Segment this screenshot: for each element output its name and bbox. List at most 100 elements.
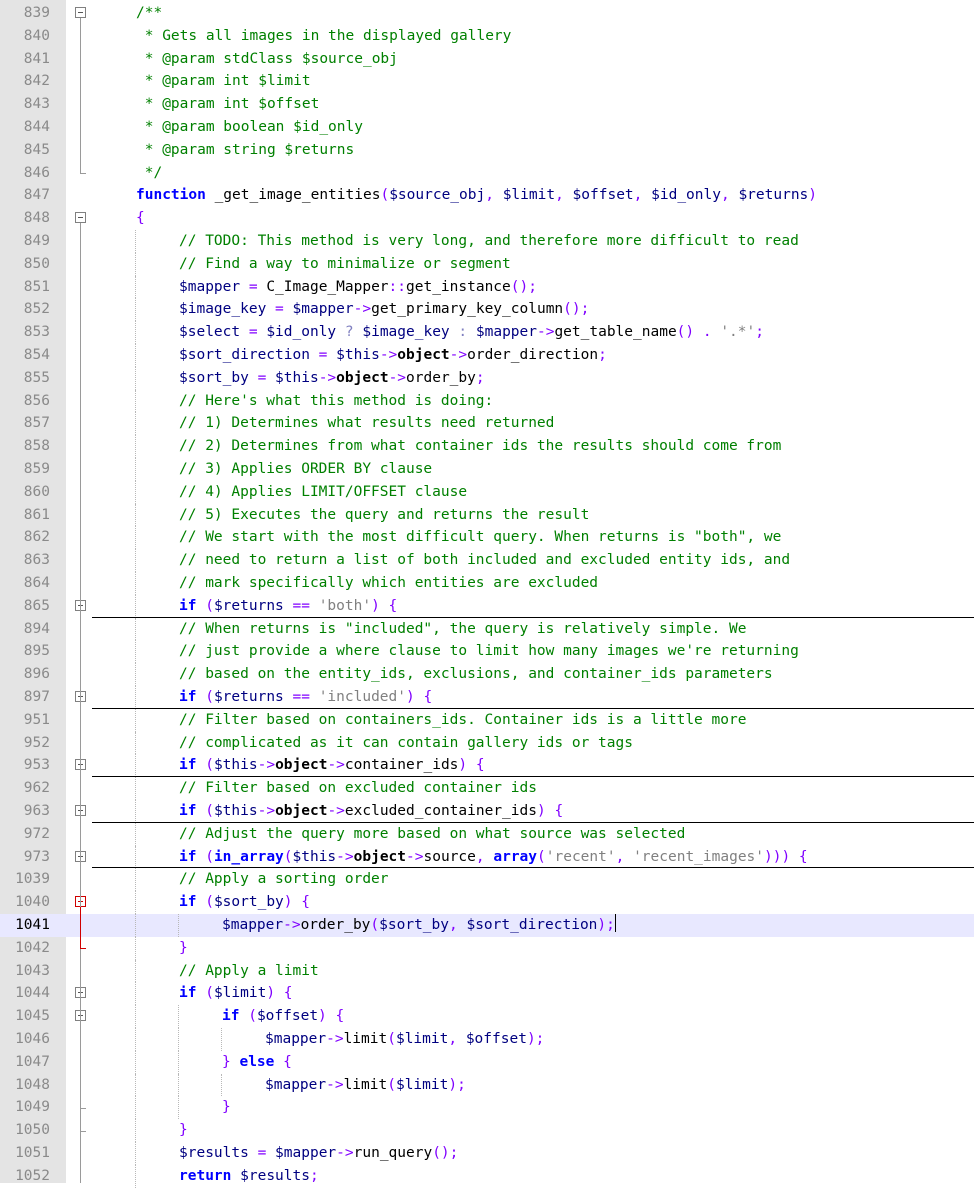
- code-line[interactable]: 853 $select = $id_only ? $image_key : $ma…: [0, 321, 974, 344]
- code-line[interactable]: 896 // based on the entity_ids, exclusion…: [0, 663, 974, 686]
- code-line[interactable]: 1047} else {: [0, 1050, 974, 1074]
- code-line[interactable]: 858 // 2) Determines from what container …: [0, 435, 974, 458]
- code-token: ::: [388, 278, 406, 295]
- code-line[interactable]: 862 // We start with the most difficult q…: [0, 526, 974, 550]
- code-text: // We start with the most difficult quer…: [179, 526, 781, 549]
- code-text: // just provide a where clause to limit …: [179, 640, 799, 663]
- code-token: ) {: [536, 803, 564, 819]
- code-line[interactable]: 863 // need to return a list of both incl…: [0, 549, 974, 572]
- code-line[interactable]: 845 * @param string $returns: [0, 139, 974, 162]
- code-token: ->: [379, 347, 398, 363]
- code-line[interactable]: 850 // Find a way to minimalize or segmen…: [0, 252, 974, 276]
- code-line[interactable]: 856 // Here's what this method is doing:: [0, 389, 974, 413]
- code-token: $mapper: [265, 1076, 327, 1093]
- fold-collapse-icon[interactable]: [75, 7, 86, 18]
- line-number: 1049: [15, 1099, 50, 1116]
- code-line[interactable]: 894 // When returns is "included", the qu…: [0, 617, 974, 641]
- code-token: $id_only: [651, 187, 721, 204]
- code-editor[interactable]: 839 /** 840 * Gets all images in the displ…: [0, 0, 974, 1188]
- code-token: (: [380, 187, 390, 204]
- code-text: if ($returns == 'included') {: [179, 686, 432, 709]
- code-line[interactable]: 839 /**: [0, 2, 974, 25]
- code-token: }: [179, 1122, 188, 1139]
- code-line[interactable]: 1039 // Apply a sorting order: [0, 868, 974, 892]
- code-token: $sort_direction: [466, 917, 598, 933]
- code-text: // Adjust the query more based on what s…: [179, 823, 685, 846]
- code-text: if ($this->object->excluded_container_id…: [179, 800, 563, 823]
- line-number: 847: [23, 187, 50, 204]
- code-token: (: [196, 803, 214, 819]
- indent-guide: [178, 914, 179, 937]
- code-line[interactable]: 854 $sort_direction = $this->object->orde…: [0, 344, 974, 367]
- code-line[interactable]: 951 // Filter based on containers_ids. Co…: [0, 708, 974, 732]
- code-line[interactable]: 973 if (in_array($this->object->source, a…: [0, 845, 974, 869]
- code-line[interactable]: 963 if ($this->object->excluded_container…: [0, 800, 974, 823]
- code-line-current[interactable]: 1041 $mapper->order_by($sort_by, $sort_di…: [0, 914, 974, 937]
- line-number: 848: [23, 210, 50, 227]
- indent-guide: [221, 1073, 222, 1097]
- code-line[interactable]: 847 function _get_image_entities($source_…: [0, 184, 974, 207]
- code-text: // 5) Executes the query and returns the…: [179, 504, 589, 527]
- code-line[interactable]: 962 // Filter based on excluded container…: [0, 777, 974, 800]
- indent-guide: [135, 1096, 136, 1120]
- code-line[interactable]: 855 $sort_by = $this->object->order_by;: [0, 366, 974, 390]
- code-line[interactable]: 1042}: [0, 936, 974, 960]
- code-line[interactable]: 861 // 5) Executes the query and returns …: [0, 503, 974, 527]
- fold-collapse-icon[interactable]: [75, 212, 86, 224]
- code-token: $returns: [213, 689, 284, 705]
- code-token: =: [266, 301, 293, 318]
- code-line[interactable]: 1046 $mapper->limit($limit, $offset);: [0, 1028, 974, 1051]
- code-line[interactable]: 852 $image_key = $mapper->get_primary_key…: [0, 298, 974, 322]
- code-token: $mapper: [265, 1031, 327, 1047]
- code-line[interactable]: 1040 if ($sort_by) {: [0, 891, 974, 914]
- code-line[interactable]: 953 if ($this->object->container_ids) {: [0, 754, 974, 778]
- code-line[interactable]: 1043 // Apply a limit: [0, 959, 974, 983]
- code-token: (: [387, 1031, 396, 1047]
- code-line[interactable]: 860 // 4) Applies LIMIT/OFFSET clause: [0, 480, 974, 504]
- text-cursor: [614, 914, 616, 932]
- code-line[interactable]: 842 * @param int $limit: [0, 70, 974, 93]
- code-line[interactable]: 1048 $mapper->limit($limit);: [0, 1073, 974, 1097]
- code-token: // Filter based on containers_ids. Conta…: [179, 711, 747, 728]
- code-line[interactable]: 1044 if ($limit) {: [0, 982, 974, 1006]
- code-line[interactable]: 952 // complicated as it can contain gall…: [0, 731, 974, 755]
- code-token: ==: [283, 597, 319, 614]
- code-line[interactable]: 1049}: [0, 1096, 974, 1120]
- code-token: ,: [615, 848, 634, 865]
- code-line[interactable]: 844 * @param boolean $id_only: [0, 116, 974, 139]
- code-line[interactable]: 848 {: [0, 207, 974, 230]
- fold-line: [80, 18, 81, 173]
- code-line[interactable]: 865 if ($returns == 'both') {: [0, 594, 974, 618]
- code-text: $sort_by = $this->object->order_by;: [179, 367, 485, 390]
- code-line[interactable]: 846 */: [0, 162, 974, 185]
- indent-guide: [135, 1005, 136, 1028]
- code-token: $this: [292, 848, 337, 865]
- code-line[interactable]: 849 // TODO: This method is very long, an…: [0, 230, 974, 253]
- code-line[interactable]: 972 // Adjust the query more based on wha…: [0, 822, 974, 846]
- code-token: ->: [336, 848, 354, 865]
- code-line[interactable]: 1052 return $results;: [0, 1164, 974, 1188]
- code-line[interactable]: 864 // mark specifically which entities a…: [0, 572, 974, 595]
- code-token: limit: [343, 1031, 388, 1047]
- code-line[interactable]: 895 // just provide a where clause to lim…: [0, 640, 974, 664]
- code-line[interactable]: 1051 $results = $mapper->run_query();: [0, 1142, 974, 1165]
- line-number: 1046: [15, 1031, 50, 1047]
- code-line[interactable]: 897 if ($returns == 'included') {: [0, 686, 974, 709]
- code-line[interactable]: 857 // 1) Determines what results need re…: [0, 412, 974, 436]
- code-token: (: [370, 917, 380, 933]
- code-line[interactable]: 1050}: [0, 1119, 974, 1142]
- code-line[interactable]: 1045 if ($offset) {: [0, 1005, 974, 1028]
- code-token: $select: [179, 324, 241, 341]
- line-number: 840: [23, 27, 50, 44]
- line-number: 1044: [15, 985, 50, 1002]
- code-line[interactable]: 840 * Gets all images in the displayed g…: [0, 25, 974, 48]
- code-token: $mapper: [292, 301, 354, 318]
- code-token: if: [179, 597, 197, 614]
- line-number: 953: [23, 757, 50, 774]
- indent-guide: [135, 982, 136, 1006]
- code-line[interactable]: 843 * @param int $offset: [0, 93, 974, 116]
- code-token: ;: [475, 369, 485, 386]
- code-line[interactable]: 841 * @param stdClass $source_obj: [0, 48, 974, 71]
- code-line[interactable]: 851 $mapper = C_Image_Mapper::get_instanc…: [0, 275, 974, 299]
- code-line[interactable]: 859 // 3) Applies ORDER BY clause: [0, 458, 974, 481]
